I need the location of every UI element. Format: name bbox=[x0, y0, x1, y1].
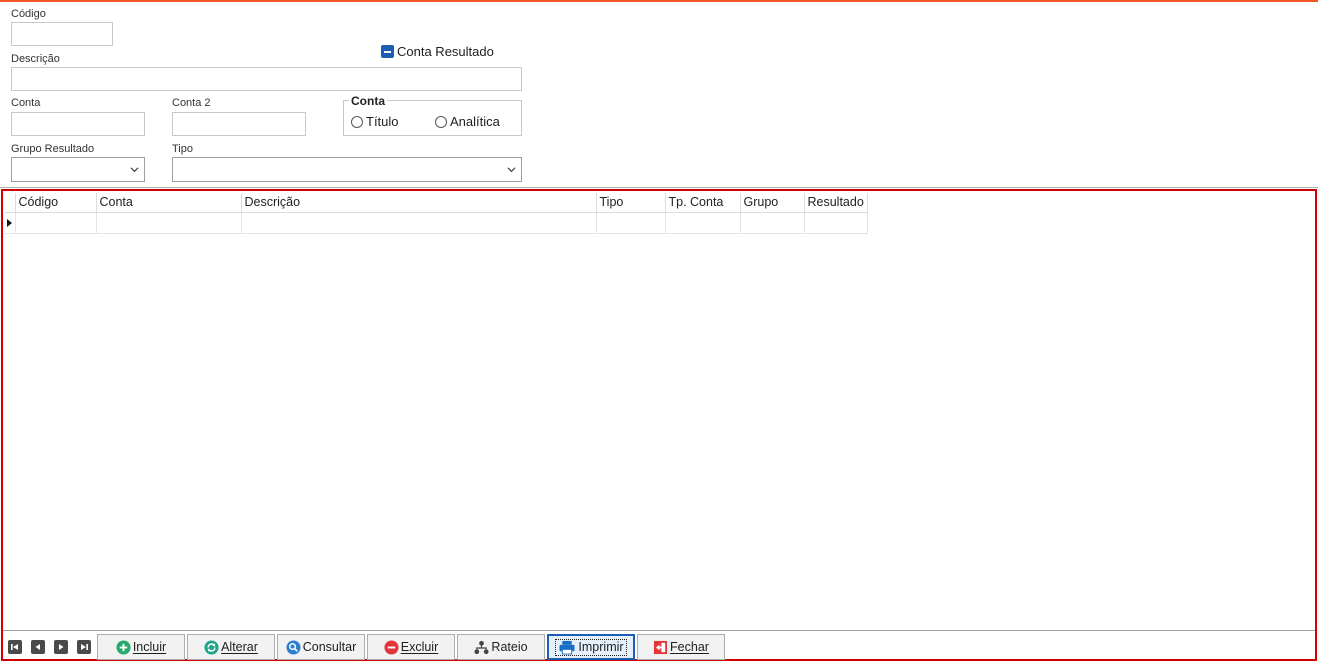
codigo-label: Código bbox=[11, 8, 46, 20]
conta-resultado-label: Conta Resultado bbox=[397, 44, 494, 59]
row-indicator bbox=[5, 211, 16, 234]
grupo-resultado-select[interactable] bbox=[11, 157, 145, 182]
fechar-label: Fechar bbox=[670, 640, 709, 654]
form-separator bbox=[0, 187, 1318, 188]
consultar-label: Consultar bbox=[302, 640, 357, 654]
grid-cell[interactable] bbox=[14, 211, 97, 234]
search-icon bbox=[286, 639, 301, 655]
grupo-resultado-label: Grupo Resultado bbox=[11, 143, 95, 155]
table-row[interactable] bbox=[5, 211, 868, 234]
radio-analitica[interactable]: Analítica bbox=[435, 114, 500, 129]
refresh-icon bbox=[204, 639, 219, 655]
grid-cell[interactable] bbox=[803, 211, 868, 234]
imprimir-focus-ring: Imprimir bbox=[555, 638, 627, 656]
grid-cell[interactable] bbox=[95, 211, 242, 234]
conta-resultado-checkbox[interactable]: Conta Resultado bbox=[381, 44, 494, 59]
tipo-select[interactable] bbox=[172, 157, 522, 182]
imprimir-button[interactable]: Imprimir bbox=[547, 634, 635, 660]
fechar-button[interactable]: Fechar bbox=[637, 634, 725, 660]
excluir-label: Excluir bbox=[400, 640, 439, 654]
results-grid[interactable]: Código Conta Descrição Tipo Tp. Conta Gr… bbox=[5, 193, 868, 234]
codigo-input[interactable] bbox=[11, 22, 113, 46]
column-header-codigo[interactable]: Código bbox=[14, 193, 97, 213]
conta-group-legend: Conta bbox=[349, 94, 387, 108]
grid-cell[interactable] bbox=[240, 211, 597, 234]
column-header-tipo[interactable]: Tipo bbox=[595, 193, 666, 213]
conta-label: Conta bbox=[11, 97, 41, 109]
conta2-label: Conta 2 bbox=[172, 97, 211, 109]
radio-circle-icon bbox=[435, 115, 447, 128]
printer-icon bbox=[559, 640, 575, 655]
column-header-conta[interactable]: Conta bbox=[95, 193, 242, 213]
grid-cell[interactable] bbox=[739, 211, 805, 234]
data-grid-panel: Código Conta Descrição Tipo Tp. Conta Gr… bbox=[1, 189, 1317, 661]
radio-titulo-label: Título bbox=[366, 114, 399, 129]
chevron-down-icon bbox=[507, 167, 516, 173]
column-header-tp-conta[interactable]: Tp. Conta bbox=[664, 193, 741, 213]
conta2-input[interactable] bbox=[172, 112, 306, 136]
first-record-icon[interactable] bbox=[8, 640, 22, 654]
bottom-toolbar: Incluir Alterar Consultar Excluir Rateio… bbox=[3, 630, 1315, 660]
alterar-label: Alterar bbox=[221, 640, 258, 654]
radio-circle-icon bbox=[351, 115, 363, 128]
column-header-grupo[interactable]: Grupo bbox=[739, 193, 805, 213]
grid-header-row: Código Conta Descrição Tipo Tp. Conta Gr… bbox=[5, 193, 868, 213]
chevron-down-icon bbox=[130, 167, 139, 173]
radio-titulo[interactable]: Título bbox=[351, 114, 399, 129]
minus-circle-icon bbox=[384, 639, 399, 655]
last-record-icon[interactable] bbox=[77, 640, 91, 654]
grid-cell[interactable] bbox=[595, 211, 666, 234]
grid-indicator-header bbox=[5, 193, 16, 213]
exit-icon bbox=[653, 640, 668, 654]
rateio-button[interactable]: Rateio bbox=[457, 634, 545, 660]
incluir-label: Incluir bbox=[132, 640, 167, 654]
hierarchy-icon bbox=[474, 640, 489, 654]
conta-input[interactable] bbox=[11, 112, 145, 136]
incluir-button[interactable]: Incluir bbox=[97, 634, 185, 660]
checkbox-indeterminate-icon bbox=[381, 45, 394, 58]
plus-circle-icon bbox=[116, 639, 131, 655]
excluir-button[interactable]: Excluir bbox=[367, 634, 455, 660]
imprimir-label: Imprimir bbox=[578, 640, 624, 654]
column-header-resultado[interactable]: Resultado bbox=[803, 193, 868, 213]
column-header-descricao[interactable]: Descrição bbox=[240, 193, 597, 213]
consultar-button[interactable]: Consultar bbox=[277, 634, 365, 660]
alterar-button[interactable]: Alterar bbox=[187, 634, 275, 660]
radio-analitica-label: Analítica bbox=[450, 114, 500, 129]
next-record-icon[interactable] bbox=[54, 640, 68, 654]
descricao-input[interactable] bbox=[11, 67, 522, 91]
conta-type-group: Conta Título Analítica bbox=[343, 94, 522, 136]
grid-cell[interactable] bbox=[664, 211, 741, 234]
descricao-label: Descrição bbox=[11, 53, 60, 65]
prev-record-icon[interactable] bbox=[31, 640, 45, 654]
tipo-label: Tipo bbox=[172, 143, 193, 155]
row-pointer-icon bbox=[7, 218, 12, 227]
filter-form: Código Conta Resultado Descrição Conta C… bbox=[0, 2, 1318, 188]
rateio-label: Rateio bbox=[491, 640, 528, 654]
